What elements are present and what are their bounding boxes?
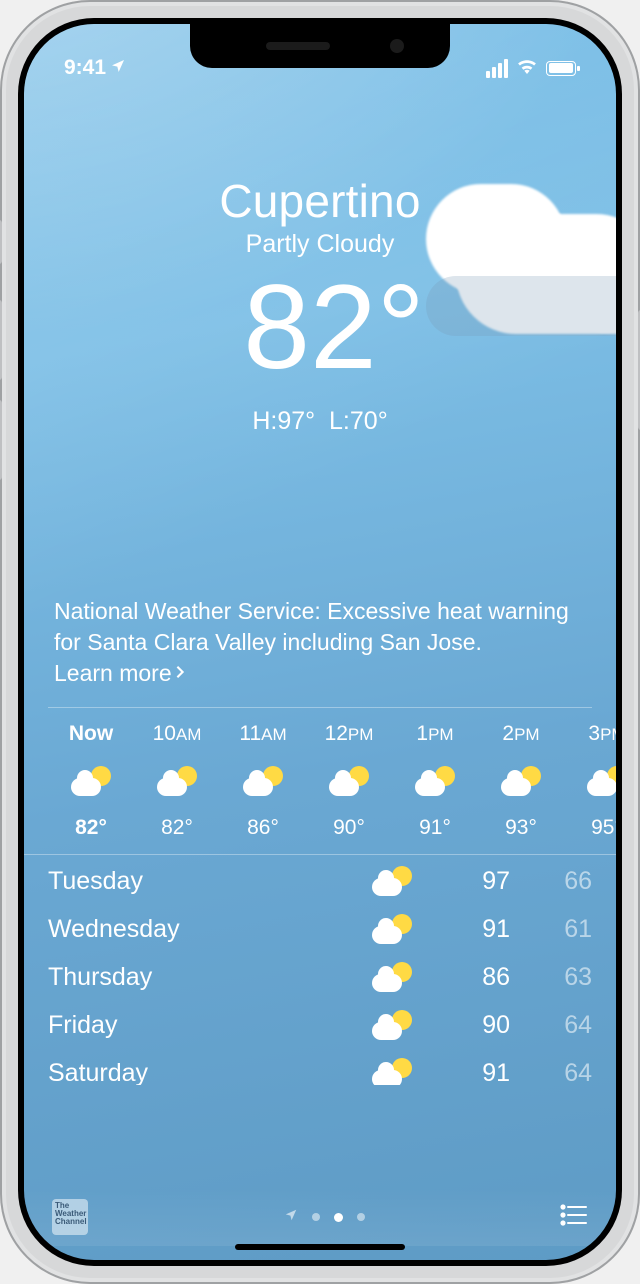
hour-label: 10AM: [153, 722, 202, 746]
hour-label: 12PM: [325, 722, 374, 746]
hourly-item: 11AM 86°: [220, 722, 306, 840]
day-high: 86: [422, 963, 522, 992]
iphone-frame: 9:41 Cupertino Partly Cloudy: [0, 0, 640, 1284]
day-low: 64: [522, 1059, 592, 1086]
day-name: Thursday: [48, 963, 362, 992]
weather-app-screen: 9:41 Cupertino Partly Cloudy: [24, 24, 616, 1260]
partly-cloudy-icon: [71, 766, 111, 796]
high-temp: H:97°: [252, 407, 315, 435]
partly-cloudy-icon: [372, 1058, 412, 1085]
hour-temp: 93°: [505, 816, 537, 840]
hourly-item: 2PM 93°: [478, 722, 564, 840]
partly-cloudy-icon: [372, 1010, 412, 1040]
partly-cloudy-icon: [587, 766, 616, 796]
daily-row: Tuesday 9766: [48, 857, 592, 905]
page-indicator[interactable]: [284, 1208, 365, 1227]
city-name: Cupertino: [24, 174, 616, 228]
page-dot[interactable]: [357, 1213, 365, 1221]
low-temp: L:70°: [329, 407, 388, 435]
daily-row: Saturday 9164: [48, 1049, 592, 1085]
daily-row: Wednesday 9161: [48, 905, 592, 953]
page-dot[interactable]: [312, 1213, 320, 1221]
partly-cloudy-icon: [329, 766, 369, 796]
alert-text: National Weather Service: Excessive heat…: [54, 598, 569, 655]
partly-cloudy-icon: [157, 766, 197, 796]
high-low-temps: H:97° L:70°: [24, 407, 616, 436]
day-high: 90: [422, 1011, 522, 1040]
hour-label: 1PM: [416, 722, 453, 746]
daily-row: Thursday 8663: [48, 953, 592, 1001]
hour-label: 11AM: [239, 722, 286, 746]
day-low: 66: [522, 867, 592, 896]
hour-temp: 82°: [75, 816, 107, 840]
learn-more-link[interactable]: Learn more: [54, 658, 172, 689]
current-weather-hero: Cupertino Partly Cloudy 82° H:97° L:70°: [24, 84, 616, 436]
chevron-right-icon: [174, 660, 186, 687]
hourly-item: Now 82°: [48, 722, 134, 840]
hour-label: 3PM: [588, 722, 616, 746]
weather-alert[interactable]: National Weather Service: Excessive heat…: [48, 596, 592, 708]
hour-temp: 90°: [333, 816, 365, 840]
day-name: Friday: [48, 1011, 362, 1040]
weather-channel-logo[interactable]: TheWeatherChannel: [52, 1199, 88, 1235]
hour-label: Now: [69, 722, 113, 746]
location-arrow-icon: [284, 1208, 298, 1227]
partly-cloudy-icon: [372, 914, 412, 944]
app-footer: TheWeatherChannel: [24, 1188, 616, 1246]
hour-temp: 86°: [247, 816, 279, 840]
hourly-forecast[interactable]: Now 82° 10AM 82° 11AM 86° 12PM 90° 1PM 91° 2PM 93° 3…: [24, 708, 616, 855]
daily-row: Friday 9064: [48, 1001, 592, 1049]
day-name: Saturday: [48, 1059, 362, 1086]
current-temperature: 82°: [24, 267, 616, 387]
day-low: 63: [522, 963, 592, 992]
partly-cloudy-icon: [372, 866, 412, 896]
location-list-button[interactable]: [560, 1203, 588, 1232]
page-dot[interactable]: [334, 1213, 343, 1222]
day-high: 97: [422, 867, 522, 896]
hour-temp: 95°: [591, 816, 616, 840]
hour-temp: 82°: [161, 816, 193, 840]
day-low: 61: [522, 915, 592, 944]
partly-cloudy-icon: [372, 962, 412, 992]
day-high: 91: [422, 915, 522, 944]
partly-cloudy-icon: [415, 766, 455, 796]
day-name: Tuesday: [48, 867, 362, 896]
hour-label: 2PM: [502, 722, 539, 746]
silent-switch: [0, 220, 2, 264]
partly-cloudy-icon: [243, 766, 283, 796]
hourly-item: 10AM 82°: [134, 722, 220, 840]
volume-up-button: [0, 300, 2, 380]
hourly-item: 1PM 91°: [392, 722, 478, 840]
hour-temp: 91°: [419, 816, 451, 840]
day-high: 91: [422, 1059, 522, 1086]
home-indicator[interactable]: [235, 1244, 405, 1250]
day-name: Wednesday: [48, 915, 362, 944]
volume-down-button: [0, 400, 2, 480]
condition-text: Partly Cloudy: [24, 230, 616, 259]
hourly-item: 12PM 90°: [306, 722, 392, 840]
hourly-item: 3PM 95°: [564, 722, 616, 840]
partly-cloudy-icon: [501, 766, 541, 796]
day-low: 64: [522, 1011, 592, 1040]
daily-forecast[interactable]: Tuesday9766Wednesday9161Thursday8663Frid…: [48, 857, 592, 1085]
